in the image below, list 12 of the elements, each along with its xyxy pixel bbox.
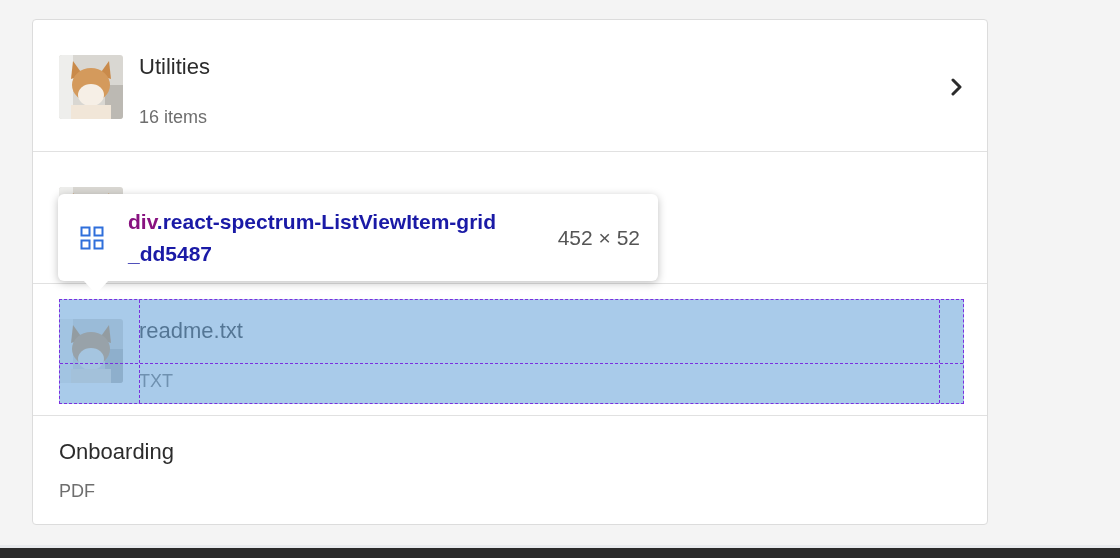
item-subtitle: PDF [59, 480, 96, 503]
chevron-right-icon[interactable] [951, 78, 963, 96]
element-selector: div.react-spectrum-ListViewItem-grid_dd5487 [128, 208, 497, 267]
list-row[interactable]: Utilities 16 items [33, 20, 987, 152]
item-subtitle: 16 items [139, 106, 209, 129]
grid-icon [80, 225, 104, 250]
list-row[interactable]: Onboarding PDF [33, 416, 987, 524]
element-size: 452 × 52 [557, 224, 640, 251]
item-subtitle: TXT [139, 370, 174, 393]
item-title: readme.txt [139, 317, 243, 345]
item-title: Onboarding [59, 438, 174, 466]
item-title: Utilities [139, 53, 210, 81]
